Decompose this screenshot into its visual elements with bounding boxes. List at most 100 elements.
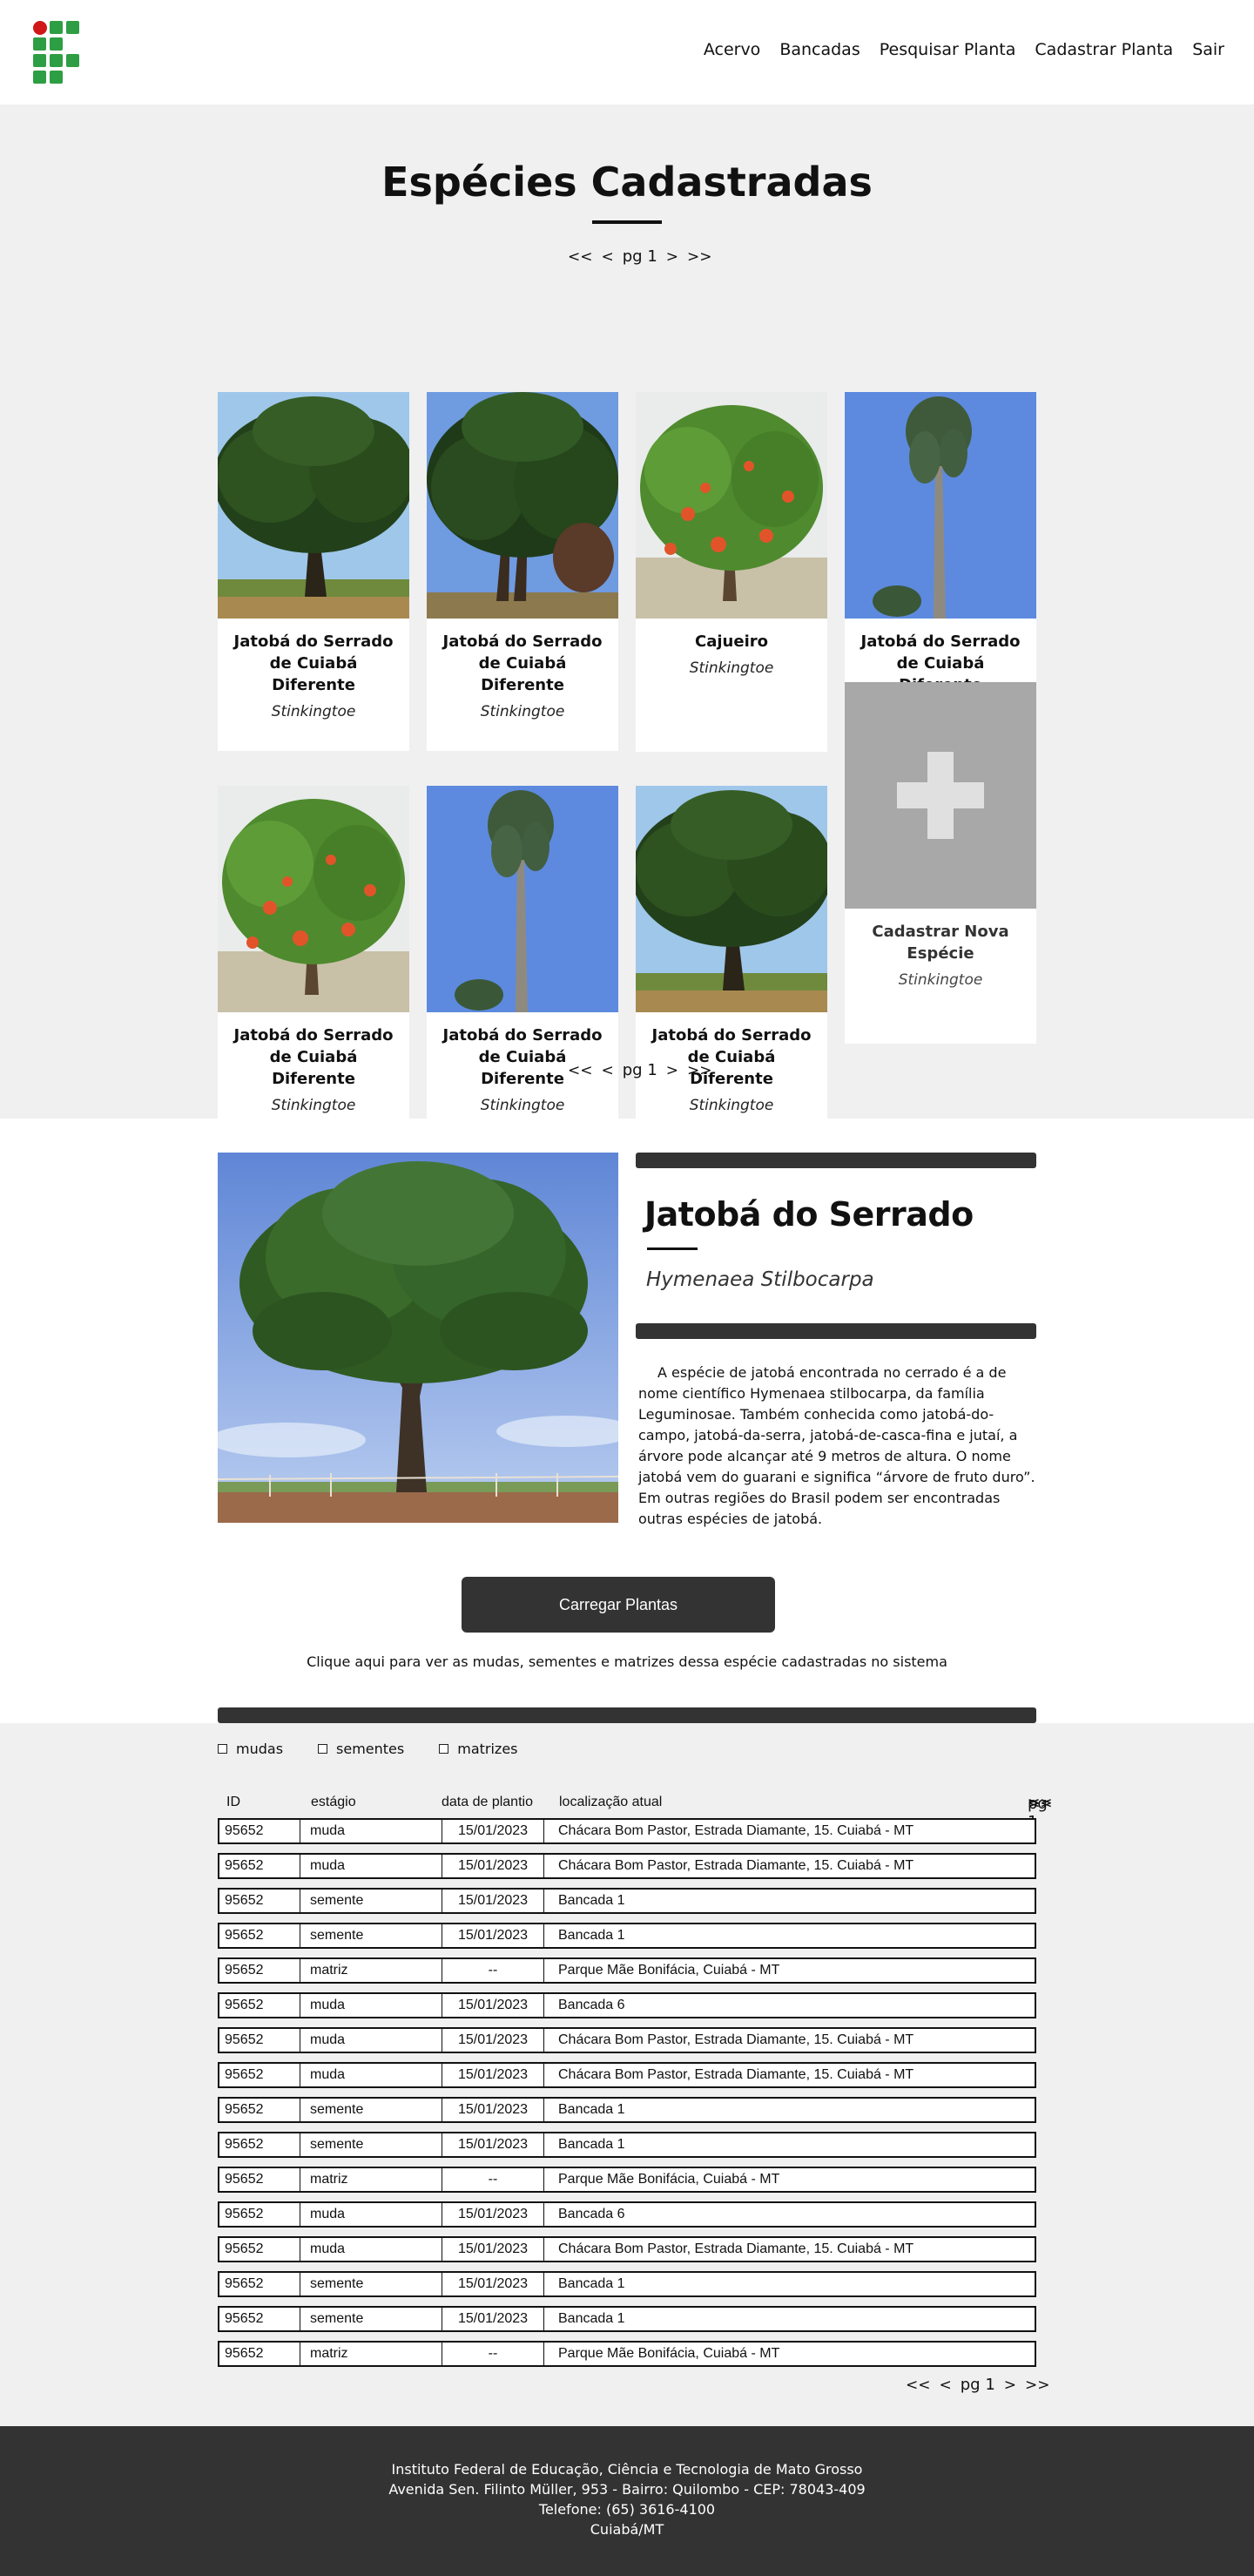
cell-data-plantio: 15/01/2023 <box>457 1823 529 1838</box>
table-pager-bottom: << < pg 1 > >> <box>906 2376 1050 2394</box>
filter-matrizes[interactable]: matrizes <box>439 1741 518 1757</box>
cell-data-plantio: -- <box>488 1963 498 1978</box>
load-plants-hint: Clique aqui para ver as mudas, sementes … <box>307 1653 947 1670</box>
cell-divider <box>543 2203 544 2226</box>
pager-first[interactable]: << <box>568 1062 593 1079</box>
cell-divider <box>543 2168 544 2191</box>
pager-next[interactable]: > <box>666 248 678 266</box>
col-data-plantio: data de plantio <box>442 1795 533 1809</box>
table-row[interactable]: 95652 matriz -- Parque Mãe Bonifácia, Cuiab… <box>218 2167 1036 2193</box>
logo-red-dot <box>33 21 47 35</box>
pager-first[interactable]: << <box>568 248 593 266</box>
table-row[interactable]: 95652 muda 15/01/2023 Chácara Bom Pastor, E… <box>218 1818 1036 1844</box>
species-card-image <box>636 786 827 1012</box>
pager-prev[interactable]: < <box>940 2377 952 2394</box>
cell-estagio: matriz <box>310 2346 348 2361</box>
ifmt-logo[interactable] <box>33 21 82 84</box>
table-row[interactable]: 95652 semente 15/01/2023 Bancada 1 <box>218 2097 1036 2123</box>
species-card-name: Jatobá do Serrado de Cuiabá Diferente <box>442 632 603 694</box>
cell-localizacao: Parque Mãe Bonifácia, Cuiabá - MT <box>558 1963 780 1978</box>
cell-divider <box>543 1924 544 1947</box>
cell-data-plantio: 15/01/2023 <box>457 1858 529 1873</box>
filter-mudas[interactable]: mudas <box>218 1741 283 1757</box>
table-row[interactable]: 95652 muda 15/01/2023 Chácara Bom Pastor, E… <box>218 2027 1036 2053</box>
cell-estagio: muda <box>310 2032 346 2047</box>
cell-divider <box>543 2029 544 2052</box>
detail-top-bar <box>636 1153 1036 1168</box>
cell-divider <box>543 1994 544 2017</box>
nav-cadastrar-planta[interactable]: Cadastrar Planta <box>1035 40 1173 59</box>
table-row[interactable]: 95652 muda 15/01/2023 Chácara Bom Pastor, E… <box>218 1853 1036 1879</box>
footer-address: Avenida Sen. Filinto Müller, 953 - Bairr… <box>388 2481 866 2498</box>
detail-species-name: Jatobá do Serrado <box>644 1195 974 1234</box>
add-species-card[interactable]: Cadastrar Nova Espécie Stinkingtoe <box>845 682 1036 1044</box>
cell-id: 95652 <box>225 2207 264 2221</box>
species-card[interactable]: Jatobá do Serrado de Cuiabá DiferenteSti… <box>218 786 409 1146</box>
table-row[interactable]: 95652 semente 15/01/2023 Bancada 1 <box>218 1923 1036 1949</box>
table-row[interactable]: 95652 muda 15/01/2023 Chácara Bom Pastor, E… <box>218 2062 1036 2088</box>
header: Acervo Bancadas Pesquisar Planta Cadastr… <box>0 0 1254 105</box>
cell-divider <box>543 2343 544 2365</box>
cell-id: 95652 <box>225 2172 264 2187</box>
table-row[interactable]: 95652 semente 15/01/2023 Bancada 1 <box>218 1888 1036 1914</box>
table-row[interactable]: 95652 semente 15/01/2023 Bancada 1 <box>218 2306 1036 2332</box>
cell-divider <box>543 1890 544 1912</box>
table-row[interactable]: 95652 semente 15/01/2023 Bancada 1 <box>218 2132 1036 2158</box>
species-card[interactable]: Jatobá do Serrado de Cuiabá DiferenteSti… <box>218 392 409 751</box>
col-localizacao: localização atual <box>559 1795 663 1809</box>
pager-first[interactable]: << <box>906 2377 931 2394</box>
pager-next[interactable]: > <box>666 1062 678 1079</box>
pager-last[interactable]: >> <box>1025 2377 1050 2394</box>
cell-data-plantio: -- <box>488 2172 498 2187</box>
pager-page: pg 1 <box>622 1061 657 1079</box>
pager-last[interactable]: >> <box>687 1062 712 1079</box>
cell-localizacao: Parque Mãe Bonifácia, Cuiabá - MT <box>558 2172 780 2187</box>
cell-estagio: muda <box>310 2067 346 2082</box>
table-row[interactable]: 95652 semente 15/01/2023 Bancada 1 <box>218 2271 1036 2297</box>
page-title: Espécies Cadastradas <box>381 159 873 206</box>
table-row[interactable]: 95652 muda 15/01/2023 Bancada 6 <box>218 2201 1036 2228</box>
add-species-sci: Stinkingtoe <box>898 971 983 989</box>
nav-bancadas[interactable]: Bancadas <box>779 40 860 59</box>
cell-localizacao: Chácara Bom Pastor, Estrada Diamante, 15… <box>558 2067 914 2082</box>
detail-scientific-name: Hymenaea Stilbocarpa <box>646 1268 874 1291</box>
species-pager-top: << < pg 1 > >> <box>568 247 712 266</box>
cell-localizacao: Bancada 1 <box>558 2276 625 2291</box>
load-plants-button[interactable]: Carregar Plantas <box>462 1577 775 1633</box>
species-card[interactable]: Jatobá do Serrado de Cuiabá DiferenteSti… <box>636 786 827 1147</box>
plus-icon <box>897 752 984 839</box>
table-row[interactable]: 95652 matriz -- Parque Mãe Bonifácia, Cuiab… <box>218 2341 1036 2367</box>
pager-next[interactable]: > <box>1004 2377 1016 2394</box>
cell-data-plantio: 15/01/2023 <box>457 1998 529 2012</box>
nav-pesquisar-planta[interactable]: Pesquisar Planta <box>880 40 1016 59</box>
detail-name-underline <box>647 1247 698 1250</box>
filter-sementes[interactable]: sementes <box>318 1741 404 1757</box>
footer: Instituto Federal de Educação, Ciência e… <box>0 2426 1254 2576</box>
checkbox[interactable] <box>218 1744 227 1754</box>
species-card[interactable]: Jatobá do Serrado de Cuiabá DiferenteSti… <box>427 786 618 1146</box>
col-id: ID <box>226 1795 240 1809</box>
pager-last[interactable]: >> <box>1028 1795 1053 1812</box>
cell-data-plantio: 15/01/2023 <box>457 2311 529 2326</box>
pager-page: pg 1 <box>622 247 657 266</box>
cell-estagio: muda <box>310 2241 346 2256</box>
cell-id: 95652 <box>225 2032 264 2047</box>
table-row[interactable]: 95652 muda 15/01/2023 Bancada 6 <box>218 1992 1036 2018</box>
nav-acervo[interactable]: Acervo <box>704 40 760 59</box>
footer-institution: Instituto Federal de Educação, Ciência e… <box>391 2461 863 2478</box>
cell-id: 95652 <box>225 2067 264 2082</box>
species-card[interactable]: Cajueiro Stinkingtoe <box>636 392 827 752</box>
pager-prev[interactable]: < <box>602 248 614 266</box>
cell-id: 95652 <box>225 2346 264 2361</box>
cell-divider <box>543 2133 544 2156</box>
checkbox[interactable] <box>439 1744 449 1754</box>
cell-divider <box>543 1820 544 1842</box>
species-card[interactable]: Jatobá do Serrado de Cuiabá DiferenteSti… <box>427 392 618 751</box>
table-row[interactable]: 95652 muda 15/01/2023 Chácara Bom Pastor, E… <box>218 2236 1036 2262</box>
table-row[interactable]: 95652 matriz -- Parque Mãe Bonifácia, Cuiab… <box>218 1957 1036 1984</box>
checkbox[interactable] <box>318 1744 328 1754</box>
pager-prev[interactable]: < <box>602 1062 614 1079</box>
cell-estagio: muda <box>310 1823 346 1838</box>
pager-last[interactable]: >> <box>687 248 712 266</box>
nav-sair[interactable]: Sair <box>1192 40 1224 59</box>
